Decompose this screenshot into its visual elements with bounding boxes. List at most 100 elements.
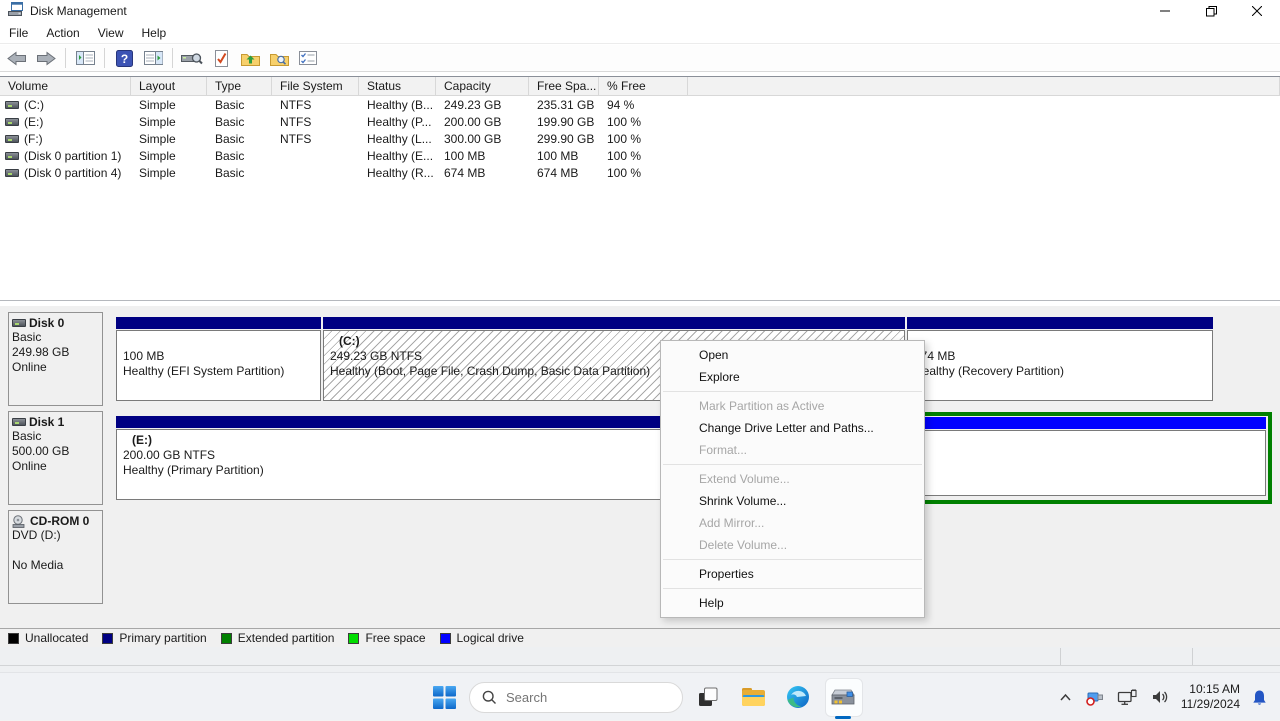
minimize-button[interactable] — [1142, 0, 1188, 22]
disk0-row: Disk 0 Basic 249.98 GB Online 100 MB Hea… — [0, 312, 1280, 407]
legend-primary-partition: Primary partition — [102, 631, 206, 645]
legend-swatch — [221, 633, 232, 644]
disk1-label-panel[interactable]: Disk 1 Basic 500.00 GB Online — [8, 411, 103, 505]
disk-management-window: Disk Management File Action View Help — [0, 0, 1280, 647]
edge-browser-button[interactable] — [778, 673, 818, 721]
disk-management-taskbar-button[interactable] — [823, 673, 863, 721]
menu-item-properties[interactable]: Properties — [661, 563, 924, 585]
menu-file[interactable]: File — [0, 23, 37, 43]
partition-size: 100 MB — [123, 349, 320, 364]
disk-state: Online — [12, 459, 100, 474]
search-input[interactable] — [506, 690, 656, 705]
legend-swatch — [8, 633, 19, 644]
menu-separator — [663, 391, 922, 392]
partition-recovery[interactable]: 674 MB Healthy (Recovery Partition) — [907, 317, 1213, 401]
context-menu: Open Explore Mark Partition as Active Ch… — [660, 340, 925, 618]
volume-name: (E:) — [24, 115, 43, 129]
taskbar-search[interactable] — [469, 682, 683, 713]
partition-status: Healthy (Primary Partition) — [123, 463, 679, 478]
menu-item-delete-volume: Delete Volume... — [661, 534, 924, 556]
clock-time: 10:15 AM — [1181, 682, 1240, 697]
volume-pct-free: 100 % — [599, 132, 688, 146]
restore-button[interactable] — [1188, 0, 1234, 22]
volume-fs: NTFS — [272, 98, 359, 112]
tray-usb-device-icon[interactable] — [1083, 677, 1106, 717]
partition-efi[interactable]: 100 MB Healthy (EFI System Partition) — [116, 317, 321, 401]
partition-status: Healthy (Recovery Partition) — [914, 364, 1212, 379]
partition-status: Healthy (EFI System Partition) — [123, 364, 320, 379]
menu-action[interactable]: Action — [37, 23, 88, 43]
volume-row-e[interactable]: (E:) Simple Basic NTFS Healthy (P... 200… — [0, 113, 1280, 130]
partition-label — [914, 334, 1212, 349]
show-action-pane-button[interactable] — [141, 47, 165, 69]
volume-free: 100 MB — [529, 149, 599, 163]
column-header-layout[interactable]: Layout — [131, 77, 207, 95]
task-view-button[interactable] — [688, 673, 728, 721]
volume-list: Volume Layout Type File System Status Ca… — [0, 76, 1280, 301]
folder-search-button[interactable] — [267, 47, 291, 69]
volume-capacity: 200.00 GB — [436, 115, 529, 129]
file-explorer-button[interactable] — [733, 673, 773, 721]
legend-logical-drive: Logical drive — [440, 631, 524, 645]
partition-e[interactable]: (E:) 200.00 GB NTFS Healthy (Primary Par… — [116, 416, 680, 500]
column-header-free-space[interactable]: Free Spa... — [529, 77, 599, 95]
menu-view[interactable]: View — [89, 23, 133, 43]
disk-size: 500.00 GB — [12, 444, 100, 459]
volume-pct-free: 100 % — [599, 149, 688, 163]
menu-item-explore[interactable]: Explore — [661, 366, 924, 388]
volume-status: Healthy (L... — [359, 132, 436, 146]
volume-row-f[interactable]: (F:) Simple Basic NTFS Healthy (L... 300… — [0, 130, 1280, 147]
menu-help[interactable]: Help — [133, 23, 176, 43]
disk-state: No Media — [12, 558, 100, 573]
volume-row-partition1[interactable]: (Disk 0 partition 1) Simple Basic Health… — [0, 147, 1280, 164]
volume-capacity: 674 MB — [436, 166, 529, 180]
cdrom-label-panel[interactable]: CD-ROM 0 DVD (D:) No Media — [8, 510, 103, 604]
volume-layout: Simple — [131, 98, 207, 112]
notification-bell-icon[interactable] — [1249, 677, 1270, 717]
tray-chevron-up-icon[interactable] — [1057, 677, 1074, 717]
partition-label: (E:) — [123, 433, 679, 448]
column-header-file-system[interactable]: File System — [272, 77, 359, 95]
menu-item-mark-partition-active: Mark Partition as Active — [661, 395, 924, 417]
disk0-label-panel[interactable]: Disk 0 Basic 249.98 GB Online — [8, 312, 103, 406]
close-button[interactable] — [1234, 0, 1280, 22]
menu-item-shrink-volume[interactable]: Shrink Volume... — [661, 490, 924, 512]
rescan-disks-button[interactable] — [180, 47, 204, 69]
disk-icon — [12, 319, 26, 327]
forward-button[interactable] — [34, 47, 58, 69]
tray-volume-icon[interactable] — [1149, 677, 1172, 717]
menu-separator — [663, 559, 922, 560]
partition-size: 674 MB — [914, 349, 1212, 364]
column-header-filler — [688, 77, 1280, 95]
disk-size: 249.98 GB — [12, 345, 100, 360]
properties-list-button[interactable] — [296, 47, 320, 69]
volume-status: Healthy (P... — [359, 115, 436, 129]
volume-row-partition4[interactable]: (Disk 0 partition 4) Simple Basic Health… — [0, 164, 1280, 181]
column-header-pct-free[interactable]: % Free — [599, 77, 688, 95]
volume-fs: NTFS — [272, 132, 359, 146]
menu-item-help[interactable]: Help — [661, 592, 924, 614]
column-header-capacity[interactable]: Capacity — [436, 77, 529, 95]
menu-item-change-drive-letter[interactable]: Change Drive Letter and Paths... — [661, 417, 924, 439]
column-header-type[interactable]: Type — [207, 77, 272, 95]
volume-status: Healthy (E... — [359, 149, 436, 163]
folder-up-button[interactable] — [238, 47, 262, 69]
help-button[interactable]: ? — [112, 47, 136, 69]
start-button[interactable] — [424, 673, 464, 721]
tray-network-icon[interactable] — [1115, 677, 1140, 717]
partition-size: 200.00 GB NTFS — [123, 448, 679, 463]
divider — [0, 665, 1280, 666]
volume-name: (C:) — [24, 98, 44, 112]
volume-row-c[interactable]: (C:) Simple Basic NTFS Healthy (B... 249… — [0, 96, 1280, 113]
check-disk-button[interactable] — [209, 47, 233, 69]
show-console-tree-button[interactable] — [73, 47, 97, 69]
column-header-status[interactable]: Status — [359, 77, 436, 95]
volume-status: Healthy (B... — [359, 98, 436, 112]
legend-label: Logical drive — [457, 631, 524, 645]
menu-item-open[interactable]: Open — [661, 344, 924, 366]
volume-name: (F:) — [24, 132, 43, 146]
column-header-volume[interactable]: Volume — [0, 77, 131, 95]
disk-icon — [12, 418, 26, 426]
back-button[interactable] — [5, 47, 29, 69]
tray-clock[interactable]: 10:15 AM 11/29/2024 — [1181, 682, 1240, 712]
